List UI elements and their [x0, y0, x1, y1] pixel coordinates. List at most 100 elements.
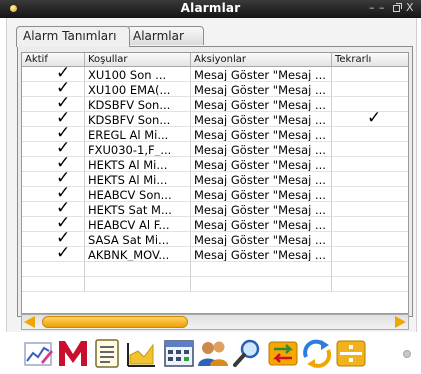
exchange-icon[interactable] — [266, 337, 300, 369]
maximize-icon[interactable] — [393, 1, 402, 14]
area-chart-icon[interactable] — [124, 337, 158, 369]
table-row[interactable]: ✓ XU100 EMA(... Mesaj Göster "Mesaj ... — [22, 82, 408, 97]
checkmark-icon[interactable]: ✓ — [56, 97, 70, 111]
cell-aksiyonlar: Mesaj Göster "Mesaj ... — [191, 67, 332, 82]
column-header-tekrarli[interactable]: Tekrarlı — [332, 53, 408, 66]
checkmark-icon[interactable]: ✓ — [56, 187, 70, 201]
table-row[interactable]: ✓ HEKTS Al Mi... Mesaj Göster "Mesaj ... — [22, 157, 408, 172]
cell-aksiyonlar: Mesaj Göster "Mesaj ... — [191, 157, 332, 172]
cell-aksiyonlar: Mesaj Göster "Mesaj ... — [191, 172, 332, 187]
table-row[interactable]: ✓ KDSBFV Son... Mesaj Göster "Mesaj ... — [22, 97, 408, 112]
calculator-table-icon[interactable] — [162, 337, 196, 369]
cell-aksiyonlar: Mesaj Göster "Mesaj ... — [191, 202, 332, 217]
checkmark-icon[interactable]: ✓ — [56, 157, 70, 171]
cell-tekrarli — [332, 142, 408, 157]
checkmark-icon[interactable]: ✓ — [56, 247, 70, 261]
cell-tekrarli — [332, 67, 408, 82]
column-header-aktif[interactable]: Aktif — [22, 53, 85, 66]
table-row[interactable] — [22, 277, 408, 292]
table-row[interactable]: ✓ HEKTS Al Mi... Mesaj Göster "Mesaj ... — [22, 172, 408, 187]
cell-aktif: ✓ — [22, 97, 85, 112]
table-row[interactable]: ✓ HEABCV Al F... Mesaj Göster "Mesaj ... — [22, 217, 408, 232]
cell-kosullar — [85, 262, 191, 277]
cell-tekrarli — [332, 217, 408, 232]
horizontal-scrollbar[interactable] — [21, 314, 409, 330]
minimize-icon[interactable]: – — [369, 1, 375, 14]
cell-aksiyonlar: Mesaj Göster "Mesaj ... — [191, 97, 332, 112]
table-row[interactable] — [22, 262, 408, 277]
table-row[interactable]: ✓ EREGL Al Mi... Mesaj Göster "Mesaj ... — [22, 127, 408, 142]
scroll-left-icon[interactable] — [24, 316, 35, 328]
cell-tekrarli — [332, 277, 408, 292]
table-row[interactable]: ✓ SASA Sat Mi... Mesaj Göster "Mesaj ... — [22, 232, 408, 247]
table-row[interactable]: ✓ AKBNK_MOV... Mesaj Göster "Mesaj ... — [22, 247, 408, 262]
cell-aktif: ✓ — [22, 142, 85, 157]
scroll-right-icon[interactable] — [395, 316, 406, 328]
table-row[interactable]: ✓ HEKTS Sat M... Mesaj Göster "Mesaj ... — [22, 202, 408, 217]
cell-kosullar: FXU030-1,F_... — [85, 142, 191, 157]
window-titlebar[interactable]: Alarmlar – – X — [0, 0, 421, 18]
table-row[interactable]: ✓ XU100 Son ... Mesaj Göster "Mesaj ... — [22, 67, 408, 82]
cell-kosullar: HEKTS Sat M... — [85, 202, 191, 217]
checkmark-icon[interactable]: ✓ — [56, 127, 70, 141]
users-icon[interactable] — [196, 337, 230, 369]
table-row[interactable]: ✓ HEABCV Son... Mesaj Göster "Mesaj ... — [22, 187, 408, 202]
checkmark-icon[interactable]: ✓ — [56, 232, 70, 246]
cell-aksiyonlar: Mesaj Göster "Mesaj ... — [191, 232, 332, 247]
column-header-kosullar[interactable]: Koşullar — [85, 53, 191, 66]
split-window-icon[interactable] — [334, 337, 368, 369]
cell-aksiyonlar: Mesaj Göster "Mesaj ... — [191, 217, 332, 232]
cell-tekrarli — [332, 97, 408, 112]
cell-aktif: ✓ — [22, 127, 85, 142]
cell-tekrarli — [332, 247, 408, 262]
shade-icon[interactable]: – — [379, 1, 385, 14]
cell-aksiyonlar: Mesaj Göster "Mesaj ... — [191, 247, 332, 262]
cell-kosullar: EREGL Al Mi... — [85, 127, 191, 142]
checkmark-icon[interactable]: ✓ — [56, 112, 70, 126]
refresh-icon[interactable] — [300, 337, 334, 369]
cell-tekrarli — [332, 232, 408, 247]
cell-aksiyonlar — [191, 262, 332, 277]
alarm-definitions-table[interactable]: Aktif Koşullar Aksiyonlar Tekrarlı ✓ XU10… — [21, 52, 409, 314]
cell-kosullar: HEKTS Al Mi... — [85, 157, 191, 172]
column-header-aksiyonlar[interactable]: Aksiyonlar — [191, 53, 332, 66]
checkmark-icon[interactable]: ✓ — [56, 217, 70, 231]
cell-tekrarli — [332, 262, 408, 277]
meta-m-icon[interactable] — [56, 337, 90, 369]
cell-kosullar: HEABCV Son... — [85, 187, 191, 202]
checkmark-icon[interactable]: ✓ — [56, 202, 70, 216]
tab-alarm-tanimlari[interactable]: Alarm Tanımları — [16, 26, 130, 47]
cell-kosullar: AKBNK_MOV... — [85, 247, 191, 262]
cell-tekrarli — [332, 157, 408, 172]
cell-kosullar: SASA Sat Mi... — [85, 232, 191, 247]
document-icon[interactable] — [90, 337, 124, 369]
cell-aktif — [22, 262, 85, 277]
checkmark-icon[interactable]: ✓ — [56, 82, 70, 96]
cell-tekrarli — [332, 172, 408, 187]
cell-aktif: ✓ — [22, 67, 85, 82]
table-row[interactable]: ✓ FXU030-1,F_... Mesaj Göster "Mesaj ... — [22, 142, 408, 157]
cell-kosullar: XU100 EMA(... — [85, 82, 191, 97]
window-title: Alarmlar — [180, 1, 241, 15]
cell-kosullar: KDSBFV Son... — [85, 97, 191, 112]
cell-tekrarli: ✓ — [332, 112, 408, 127]
search-icon[interactable] — [230, 337, 264, 369]
cell-aktif: ✓ — [22, 202, 85, 217]
cell-tekrarli — [332, 127, 408, 142]
chart-edit-icon[interactable] — [22, 337, 56, 369]
cell-aksiyonlar: Mesaj Göster "Mesaj ... — [191, 82, 332, 97]
checkmark-icon[interactable]: ✓ — [56, 172, 70, 186]
checkmark-icon[interactable]: ✓ — [367, 112, 381, 126]
checkmark-icon[interactable]: ✓ — [56, 67, 70, 81]
close-icon[interactable]: X — [406, 1, 414, 14]
scrollbar-thumb[interactable] — [42, 316, 189, 328]
cell-tekrarli — [332, 187, 408, 202]
cell-kosullar: XU100 Son ... — [85, 67, 191, 82]
checkmark-icon[interactable]: ✓ — [56, 142, 70, 156]
tab-alarmlar[interactable]: Alarmlar — [126, 26, 204, 45]
cell-aksiyonlar: Mesaj Göster "Mesaj ... — [191, 127, 332, 142]
cell-aktif: ✓ — [22, 157, 85, 172]
table-row[interactable]: ✓ KDSBFV Son... Mesaj Göster "Mesaj ... ✓ — [22, 112, 408, 127]
bottom-toolbar — [0, 333, 421, 374]
toolbar-overflow-handle[interactable] — [403, 350, 411, 358]
